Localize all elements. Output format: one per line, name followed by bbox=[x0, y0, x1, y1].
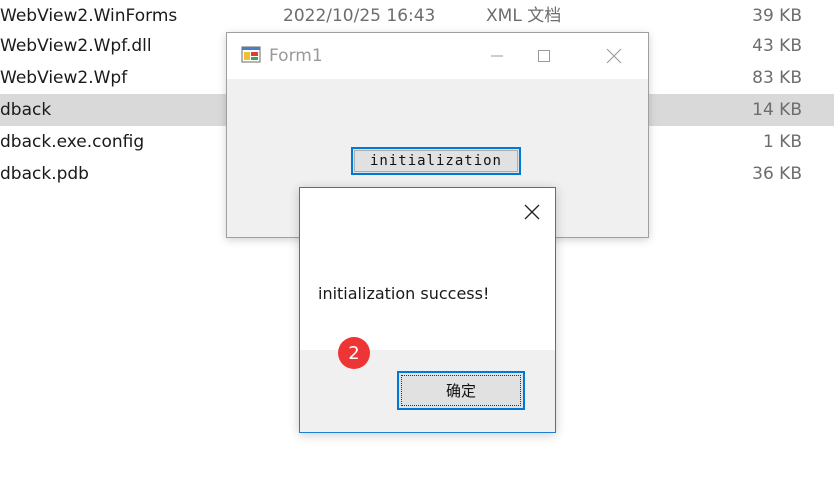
file-name: WebView2.WinForms bbox=[0, 6, 178, 26]
message-body: initialization success! bbox=[300, 188, 555, 350]
minimize-icon bbox=[491, 55, 503, 57]
close-button[interactable] bbox=[591, 33, 637, 79]
dialog-close-button[interactable] bbox=[512, 192, 552, 232]
file-size: 39 KB bbox=[752, 6, 802, 26]
message-text: initialization success! bbox=[318, 284, 490, 303]
step-number-badge: 2 bbox=[338, 337, 370, 369]
close-icon bbox=[524, 204, 540, 220]
close-icon bbox=[606, 48, 622, 64]
file-type: XML 文档 bbox=[486, 6, 562, 26]
file-name: dback bbox=[0, 100, 52, 120]
file-name: dback.pdb bbox=[0, 164, 89, 184]
title-bar[interactable]: Form1 bbox=[227, 33, 648, 79]
file-row[interactable]: WebView2.WinForms 2022/10/25 16:43 XML 文… bbox=[0, 0, 834, 32]
file-name: WebView2.Wpf bbox=[0, 68, 128, 88]
file-name: WebView2.Wpf.dll bbox=[0, 36, 152, 56]
minimize-button[interactable] bbox=[474, 33, 520, 79]
window-title: Form1 bbox=[269, 46, 323, 66]
maximize-icon bbox=[538, 50, 550, 62]
ok-button[interactable]: 确定 bbox=[397, 371, 525, 410]
file-size: 83 KB bbox=[752, 68, 802, 88]
file-name: dback.exe.config bbox=[0, 132, 145, 152]
file-size: 14 KB bbox=[752, 100, 802, 120]
maximize-button[interactable] bbox=[521, 33, 567, 79]
file-size: 36 KB bbox=[752, 164, 802, 184]
message-box-dialog: initialization success! 2 确定 bbox=[299, 187, 556, 433]
form-app-icon bbox=[241, 45, 261, 65]
file-size: 1 KB bbox=[762, 132, 802, 152]
file-date: 2022/10/25 16:43 bbox=[283, 6, 436, 26]
initialization-button[interactable]: initialization bbox=[351, 147, 521, 175]
file-size: 43 KB bbox=[752, 36, 802, 56]
